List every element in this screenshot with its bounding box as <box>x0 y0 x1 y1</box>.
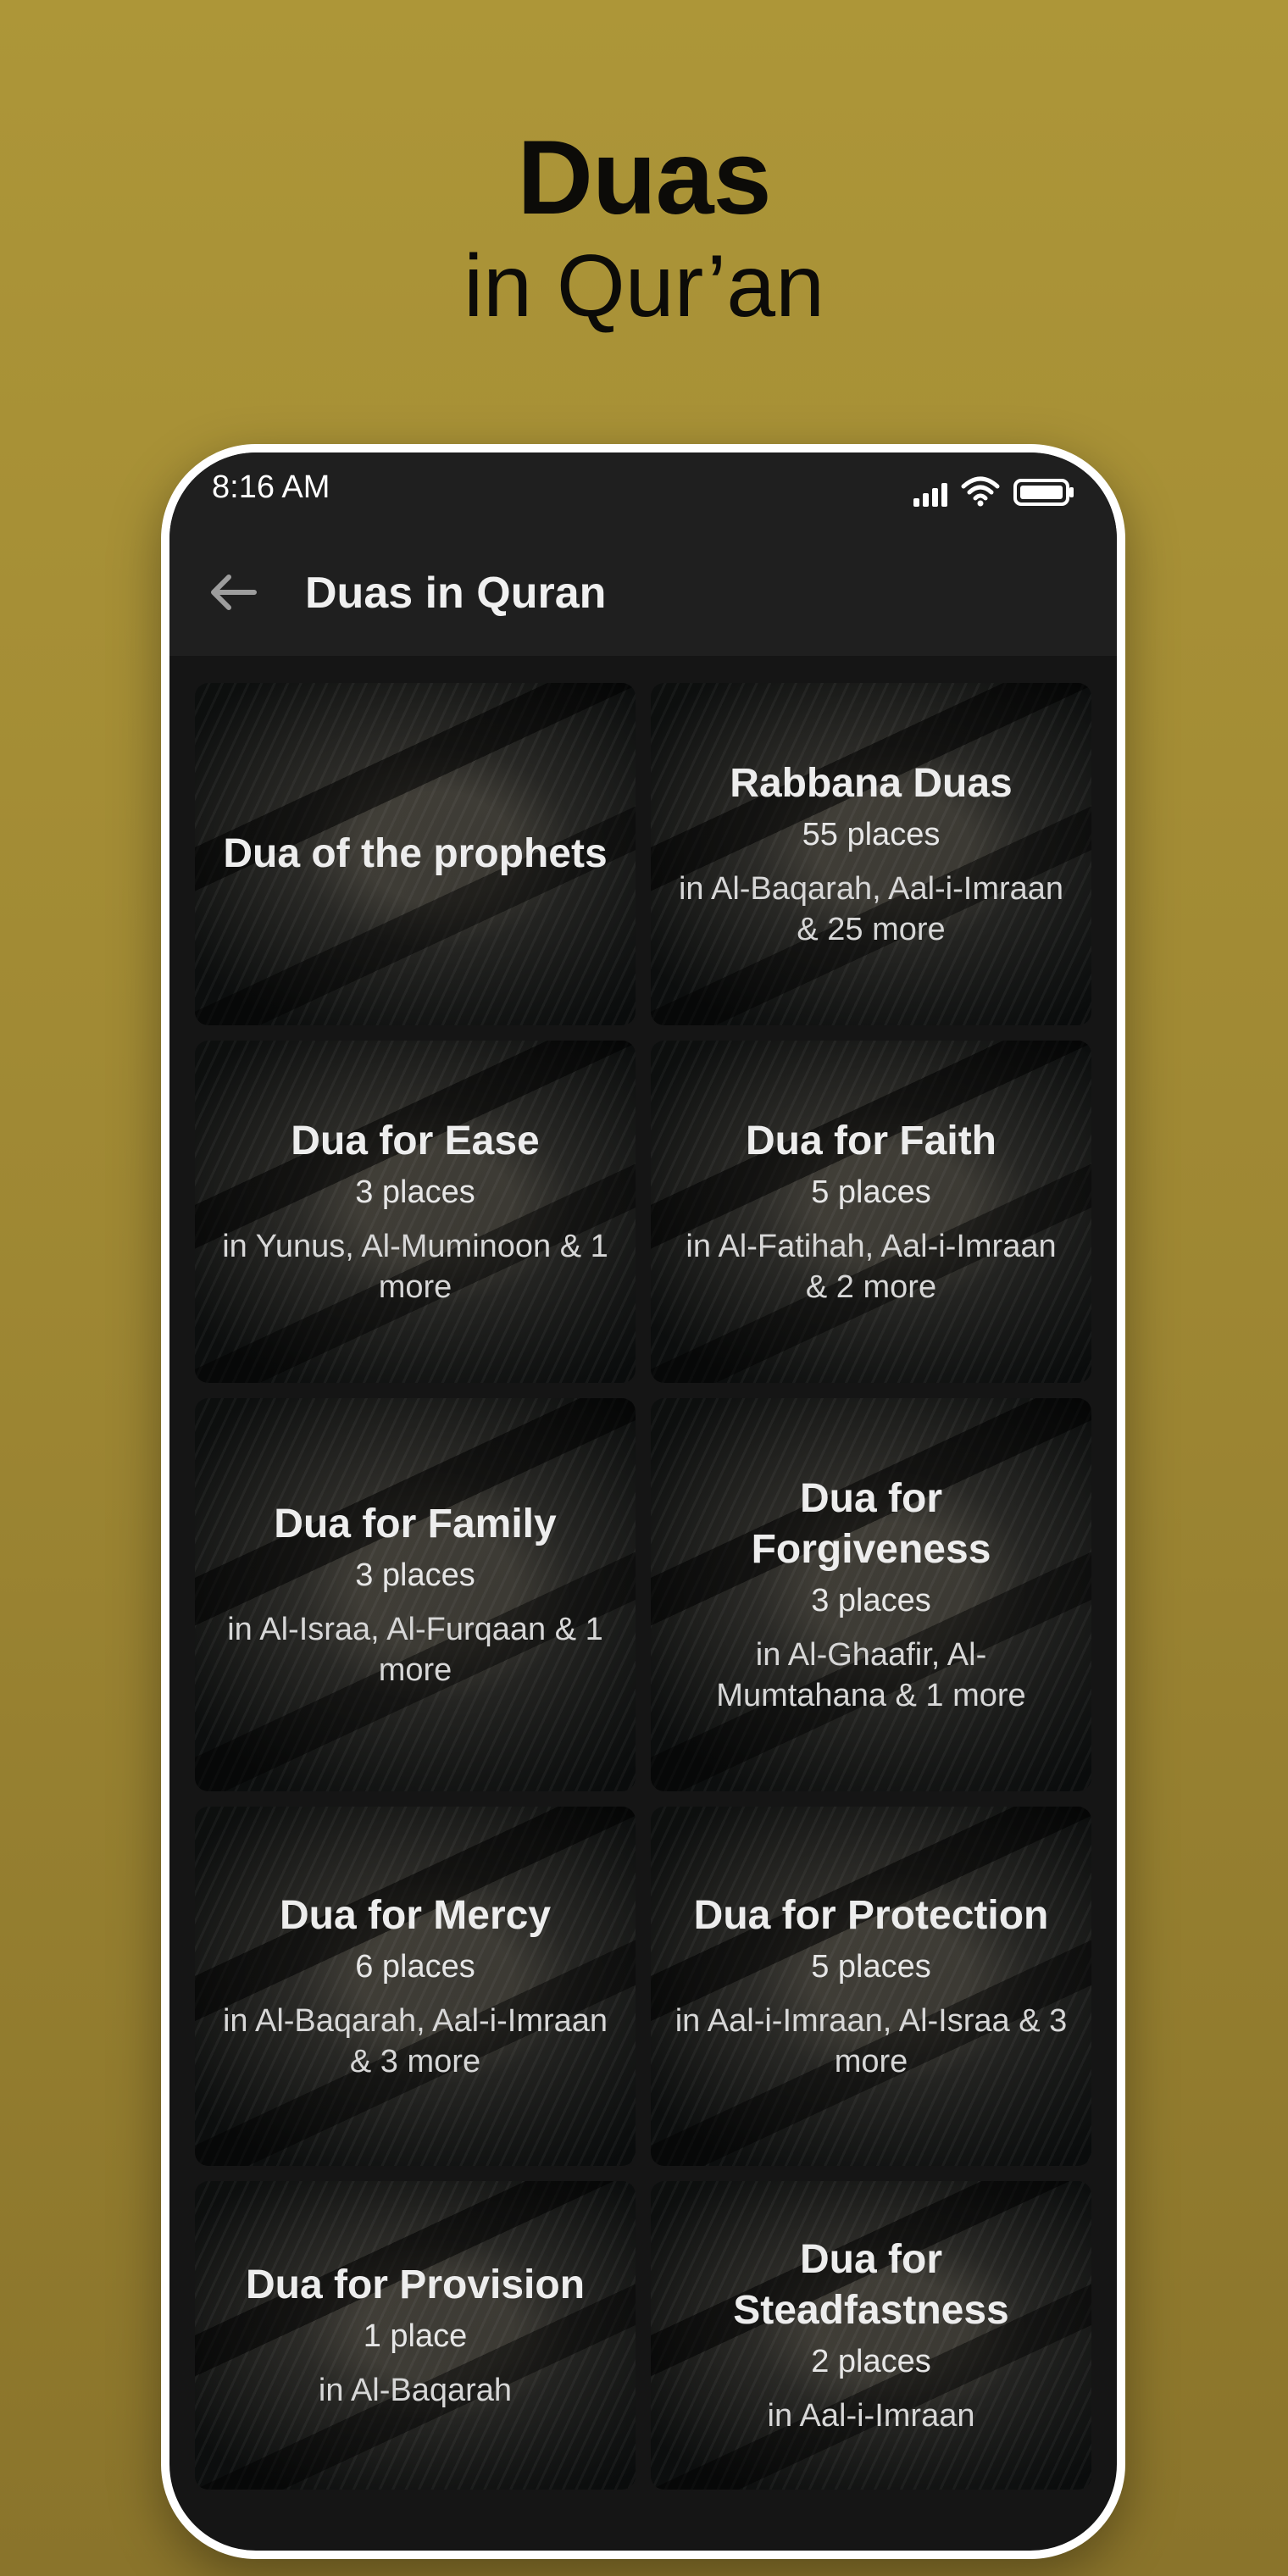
card-title: Dua for Family <box>274 1502 557 1546</box>
phone-frame: 8:16 AM Duas in Quran Dua of the prophet… <box>161 444 1125 2559</box>
card-surahs: in Al-Baqarah <box>318 2373 513 2408</box>
card-places: 3 places <box>355 1174 475 1210</box>
card-places: 6 places <box>355 1949 475 1985</box>
card-title: Dua for Protection <box>693 1893 1049 1938</box>
promo-subtitle: in Qur’an <box>464 237 824 336</box>
card-surahs: in Al-Ghaafir, Al-Mumtahana & 1 more <box>716 1637 1026 1713</box>
card-surahs: in Al-Israa, Al-Furqaan & 1 more <box>227 1612 603 1688</box>
arrow-left-icon[interactable] <box>203 563 263 622</box>
promo-title: Duas <box>517 119 771 236</box>
card-places: 5 places <box>811 1174 931 1210</box>
page-title: Duas in Quran <box>305 569 607 618</box>
card-title: Dua for Provision <box>245 2262 586 2307</box>
card-title: Dua for Mercy <box>279 1893 552 1938</box>
category-card-faith[interactable]: Dua for Faith 5 places in Al-Fatihah, Aa… <box>651 1041 1091 1383</box>
card-title: Dua for Faith <box>746 1119 997 1163</box>
category-card-provision[interactable]: Dua for Provision 1 place in Al-Baqarah <box>195 2181 636 2490</box>
category-card-prophets[interactable]: Dua of the prophets <box>195 683 636 1025</box>
card-surahs: in Aal-i-Imraan <box>767 2398 975 2434</box>
card-title: Dua for Forgiveness <box>751 1476 991 1572</box>
card-surahs: in Aal-i-Imraan, Al-Israa & 3 more <box>675 2003 1068 2079</box>
card-title: Rabbana Duas <box>730 761 1013 806</box>
status-icons <box>913 473 1074 507</box>
card-places: 55 places <box>802 817 941 852</box>
battery-icon <box>1013 479 1074 506</box>
card-places: 2 places <box>811 2344 931 2379</box>
app-bar: Duas in Quran <box>169 529 1117 656</box>
wifi-icon <box>961 476 1000 507</box>
cellular-signal-icon <box>913 480 947 507</box>
status-time: 8:16 AM <box>212 469 330 505</box>
card-title: Dua for Steadfastness <box>733 2237 1009 2333</box>
card-places: 1 place <box>363 2318 468 2354</box>
card-surahs: in Yunus, Al-Muminoon & 1 more <box>222 1229 608 1305</box>
category-card-family[interactable]: Dua for Family 3 places in Al-Israa, Al-… <box>195 1398 636 1791</box>
card-surahs: in Al-Baqarah, Aal-i-Imraan & 3 more <box>222 2003 608 2079</box>
card-surahs: in Al-Fatihah, Aal-i-Imraan & 2 more <box>686 1229 1057 1305</box>
category-card-mercy[interactable]: Dua for Mercy 6 places in Al-Baqarah, Aa… <box>195 1807 636 2166</box>
category-card-rabbana[interactable]: Rabbana Duas 55 places in Al-Baqarah, Aa… <box>651 683 1091 1025</box>
category-card-protection[interactable]: Dua for Protection 5 places in Aal-i-Imr… <box>651 1807 1091 2166</box>
card-surahs: in Al-Baqarah, Aal-i-Imraan & 25 more <box>678 871 1064 947</box>
card-places: 3 places <box>355 1557 475 1593</box>
card-places: 3 places <box>811 1583 931 1618</box>
status-bar: 8:16 AM <box>169 452 1117 529</box>
card-title: Dua of the prophets <box>223 831 608 876</box>
card-places: 5 places <box>811 1949 931 1985</box>
category-card-ease[interactable]: Dua for Ease 3 places in Yunus, Al-Mumin… <box>195 1041 636 1383</box>
category-card-steadfastness[interactable]: Dua for Steadfastness 2 places in Aal-i-… <box>651 2181 1091 2490</box>
category-card-forgiveness[interactable]: Dua for Forgiveness 3 places in Al-Ghaaf… <box>651 1398 1091 1791</box>
card-title: Dua for Ease <box>291 1119 540 1163</box>
